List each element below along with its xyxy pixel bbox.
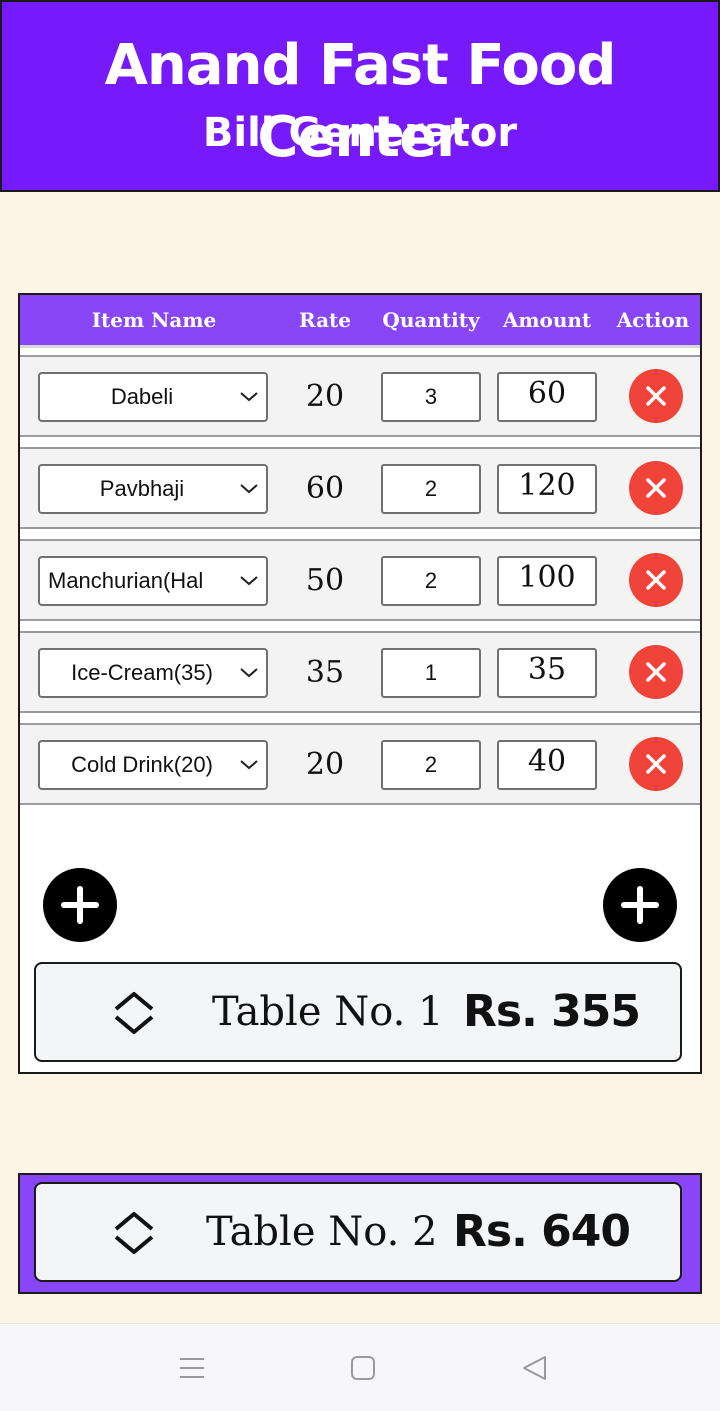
rate-value: 35 <box>305 655 345 690</box>
add-item-button-right[interactable] <box>603 868 677 942</box>
delete-row-button[interactable] <box>629 461 683 515</box>
amount-field: 120 <box>497 464 597 514</box>
chevron-down-icon <box>240 760 258 770</box>
amount-field: 40 <box>497 740 597 790</box>
item-select-value: Pavbhaji <box>99 476 185 501</box>
item-select-value: Cold Drink(20) <box>71 752 213 777</box>
delete-row-button[interactable] <box>629 737 683 791</box>
plus-icon <box>621 886 659 924</box>
chevron-up-down-icon <box>114 1212 154 1254</box>
chevron-up-down-icon <box>114 992 154 1034</box>
plus-icon <box>61 886 99 924</box>
back-triangle-icon[interactable] <box>521 1354 549 1382</box>
app-header: Anand Fast Food Center Bill Generator <box>0 0 720 192</box>
bill-row: Dabeli 20 3 60 <box>20 355 700 437</box>
bill-card-table-2: Table No. 2 Rs. 640 <box>18 1173 702 1294</box>
rate-value: 20 <box>305 747 345 782</box>
add-item-button-left[interactable] <box>43 868 117 942</box>
quantity-input[interactable]: 3 <box>381 372 481 422</box>
close-icon <box>646 754 666 774</box>
quantity-input[interactable]: 2 <box>381 740 481 790</box>
table-1-toggle[interactable]: Table No. 1 Rs. 355 <box>34 962 682 1062</box>
column-header-action: Action <box>616 308 690 332</box>
table-name: Table No. 2 <box>206 1209 438 1255</box>
bill-row: Manchurian(Hal 50 2 100 <box>20 539 700 621</box>
quantity-input[interactable]: 1 <box>381 648 481 698</box>
chevron-down-icon <box>240 484 258 494</box>
square-icon[interactable] <box>350 1354 376 1382</box>
column-header-amount: Amount <box>502 308 592 332</box>
chevron-down-icon <box>240 392 258 402</box>
item-select[interactable]: Pavbhaji <box>38 464 268 514</box>
amount-field: 35 <box>497 648 597 698</box>
chevron-down-icon <box>240 668 258 678</box>
rate-value: 60 <box>305 471 345 506</box>
header-divider <box>20 345 700 348</box>
close-icon <box>646 478 666 498</box>
item-select-value: Ice-Cream(35) <box>71 660 213 685</box>
bill-row: Ice-Cream(35) 35 1 35 <box>20 631 700 713</box>
delete-row-button[interactable] <box>629 369 683 423</box>
table-total: Rs. 640 <box>453 1206 631 1257</box>
table-total: Rs. 355 <box>463 986 641 1037</box>
table-name: Table No. 1 <box>212 989 444 1035</box>
quantity-input[interactable]: 2 <box>381 464 481 514</box>
item-select[interactable]: Cold Drink(20) <box>38 740 268 790</box>
system-nav-bar <box>0 1323 720 1411</box>
item-select[interactable]: Ice-Cream(35) <box>38 648 268 698</box>
item-select[interactable]: Dabeli <box>38 372 268 422</box>
bill-row: Pavbhaji 60 2 120 <box>20 447 700 529</box>
bill-row: Cold Drink(20) 20 2 40 <box>20 723 700 805</box>
amount-field: 60 <box>497 372 597 422</box>
column-header-item-name: Item Name <box>91 308 217 332</box>
chevron-down-icon <box>240 576 258 586</box>
delete-row-button[interactable] <box>629 645 683 699</box>
bill-card-table-1: Item Name Rate Quantity Amount Action Da… <box>18 293 702 1074</box>
column-header-rate: Rate <box>298 308 351 332</box>
app-subtitle: Bill Generator <box>202 110 518 156</box>
rate-value: 20 <box>305 379 345 414</box>
menu-icon[interactable] <box>178 1354 206 1382</box>
delete-row-button[interactable] <box>629 553 683 607</box>
rate-value: 50 <box>305 563 345 598</box>
column-header-quantity: Quantity <box>382 308 480 332</box>
item-select-value: Manchurian(Hal <box>48 568 204 593</box>
quantity-input[interactable]: 2 <box>381 556 481 606</box>
close-icon <box>646 386 666 406</box>
item-select-value: Dabeli <box>110 384 174 409</box>
close-icon <box>646 662 666 682</box>
close-icon <box>646 570 666 590</box>
bill-rows: Dabeli 20 3 60 Pavbhaji 60 2 120 Manchur… <box>20 355 700 815</box>
bill-table-header: Item Name Rate Quantity Amount Action <box>20 295 700 345</box>
amount-field: 100 <box>497 556 597 606</box>
item-select[interactable]: Manchurian(Hal <box>38 556 268 606</box>
table-2-toggle[interactable]: Table No. 2 Rs. 640 <box>34 1182 682 1282</box>
